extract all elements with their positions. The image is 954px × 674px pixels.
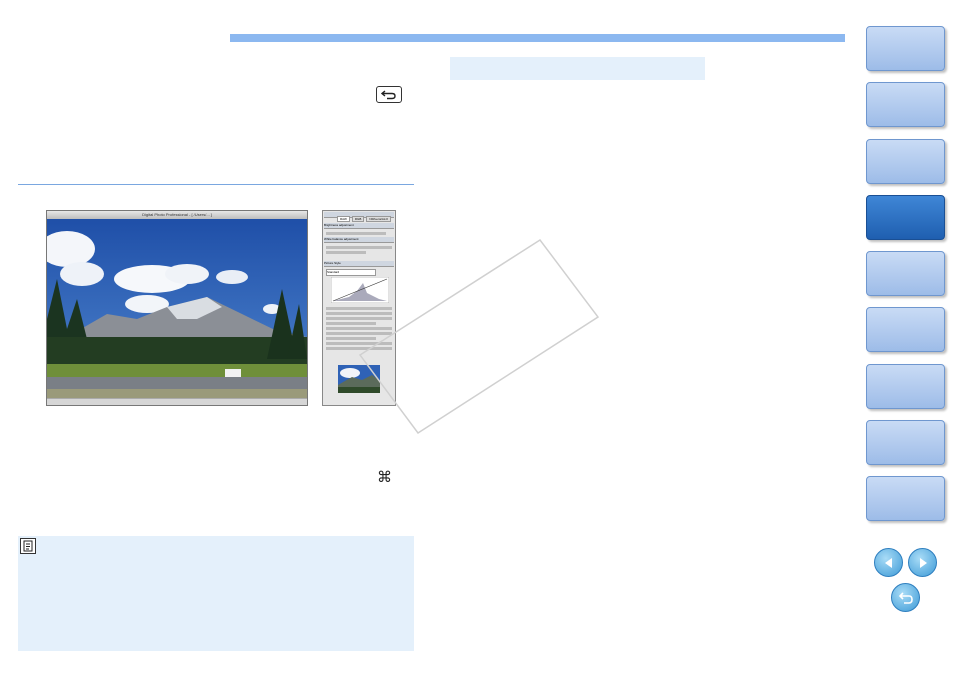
next-page-button[interactable] bbox=[908, 548, 937, 577]
palette-tab: RAW bbox=[337, 216, 350, 222]
header-accent-bar bbox=[230, 34, 845, 42]
return-arrow-icon bbox=[376, 86, 402, 103]
next-page-icon bbox=[919, 557, 927, 568]
main-window-screenshot: Digital Photo Professional - [ /Users/..… bbox=[46, 210, 308, 406]
nav-tab-3[interactable] bbox=[866, 139, 945, 184]
back-icon bbox=[898, 591, 913, 604]
prev-page-icon bbox=[884, 557, 892, 568]
nav-tab-9[interactable] bbox=[866, 476, 945, 521]
section-divider bbox=[18, 184, 414, 185]
nav-tab-2[interactable] bbox=[866, 82, 945, 127]
palette-tab: RGB bbox=[351, 216, 365, 222]
main-window-title: Digital Photo Professional - [ /Users/..… bbox=[47, 211, 307, 219]
note-box bbox=[18, 536, 414, 651]
memo-icon bbox=[20, 538, 36, 554]
back-button[interactable] bbox=[891, 583, 920, 612]
palette-tab: NR/Lens/ALO bbox=[366, 216, 391, 222]
nav-tab-8[interactable] bbox=[866, 420, 945, 465]
section-heading-box bbox=[450, 57, 705, 80]
nav-tab-6[interactable] bbox=[866, 307, 945, 352]
nav-tab-5[interactable] bbox=[866, 251, 945, 296]
landscape-image bbox=[47, 219, 307, 399]
nav-tab-4-active[interactable] bbox=[866, 195, 945, 240]
prev-page-button[interactable] bbox=[874, 548, 903, 577]
command-key-icon: ⌘ bbox=[377, 468, 392, 486]
nav-tab-7[interactable] bbox=[866, 364, 945, 409]
palette-section-header: Brightness adjustment bbox=[324, 223, 394, 229]
palette-tabs: RAW RGB NR/Lens/ALO bbox=[337, 216, 391, 222]
watermark-outline bbox=[358, 238, 600, 435]
main-window-statusbar bbox=[47, 398, 307, 405]
nav-tab-1[interactable] bbox=[866, 26, 945, 71]
